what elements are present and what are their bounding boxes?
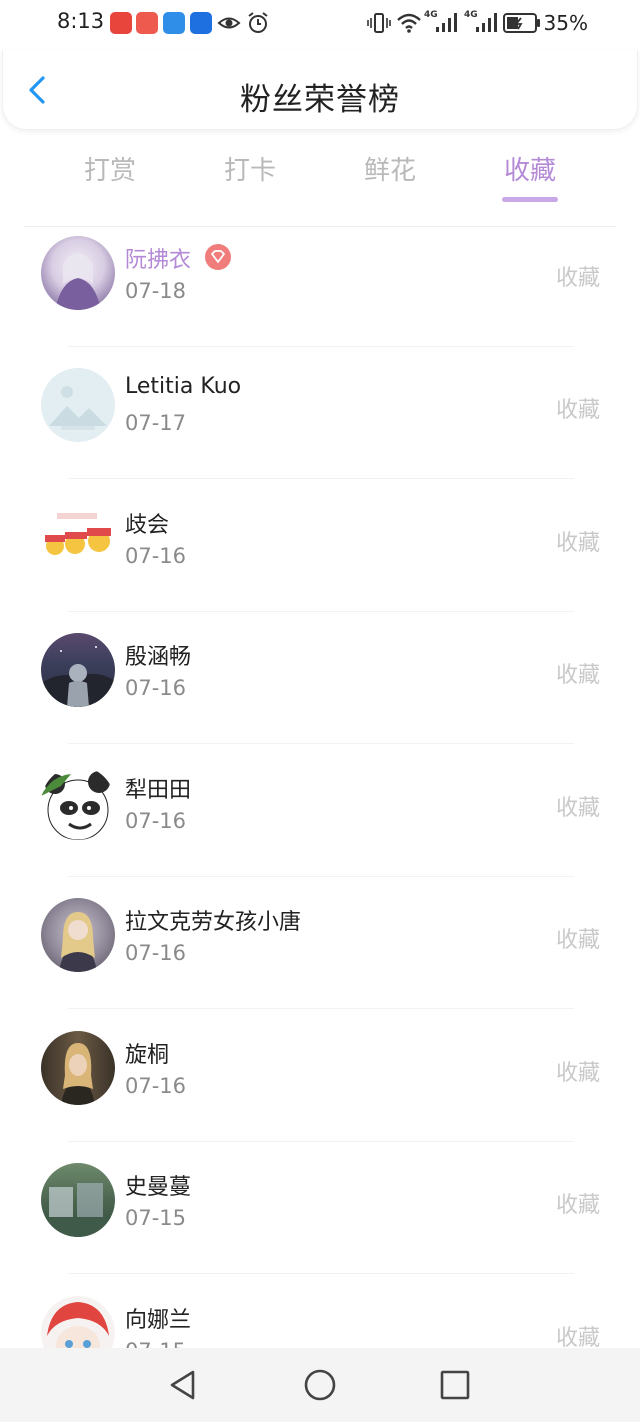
list-item[interactable]: 旋桐 07-16 收藏 — [0, 1027, 640, 1159]
system-nav-bar — [0, 1348, 640, 1422]
list-item[interactable]: 歧会 07-16 收藏 — [0, 497, 640, 629]
divider — [68, 1008, 574, 1009]
favorite-action[interactable]: 收藏 — [556, 1055, 600, 1087]
favorite-action[interactable]: 收藏 — [556, 790, 600, 822]
divider — [68, 478, 574, 479]
battery-percent: 35% — [543, 11, 588, 35]
fan-date: 07-16 — [125, 1074, 187, 1098]
circle-home-icon — [304, 1369, 336, 1401]
fan-date: 07-16 — [125, 676, 187, 700]
tab-flowers[interactable]: 鲜花 — [350, 150, 430, 187]
battery-icon — [503, 13, 540, 33]
avatar — [41, 633, 115, 707]
list-item[interactable]: 阮拂衣 07-18 收藏 — [0, 232, 640, 364]
avatar — [41, 1296, 115, 1348]
favorite-action[interactable]: 收藏 — [556, 392, 600, 424]
fan-date: 07-17 — [125, 411, 187, 435]
list-item[interactable]: 犁田田 07-16 收藏 — [0, 762, 640, 894]
fan-date: 07-18 — [125, 279, 187, 303]
triangle-back-icon — [170, 1370, 195, 1400]
app-red-icon — [110, 12, 132, 34]
nav-back-button[interactable] — [166, 1368, 200, 1402]
nav-recents-button[interactable] — [438, 1368, 472, 1402]
alarm-icon — [248, 12, 268, 33]
square-recents-icon — [440, 1370, 470, 1400]
divider — [68, 1141, 574, 1142]
divider — [68, 876, 574, 877]
favorite-action[interactable]: 收藏 — [556, 1187, 600, 1219]
signal-icon — [476, 13, 497, 32]
diamond-icon — [211, 250, 225, 263]
avatar — [41, 501, 115, 575]
fan-date: 07-15 — [125, 1339, 186, 1348]
tab-tipping[interactable]: 打赏 — [70, 150, 150, 187]
list-item[interactable]: 拉文克劳女孩小唐 07-16 收藏 — [0, 894, 640, 1026]
favorite-action[interactable]: 收藏 — [556, 260, 600, 292]
avatar — [41, 1163, 115, 1237]
page-title: 粉丝荣誉榜 — [240, 82, 400, 118]
avatar — [41, 898, 115, 972]
weather-icon — [163, 12, 185, 34]
list-item[interactable]: Letitia Kuo 07-17 收藏 — [0, 364, 640, 496]
bulb-icon — [190, 12, 212, 34]
divider — [68, 611, 574, 612]
status-time: 8:13 — [57, 9, 105, 33]
tab-checkin[interactable]: 打卡 — [210, 150, 290, 187]
fan-name: 犁田田 — [125, 778, 192, 803]
avatar — [41, 766, 115, 840]
divider — [24, 226, 616, 227]
fan-date: 07-16 — [125, 544, 187, 568]
app-red-icon — [136, 12, 158, 34]
nav-home-button[interactable] — [303, 1368, 337, 1402]
fan-name: 旋桐 — [125, 1043, 170, 1068]
vibrate-icon — [367, 13, 391, 33]
divider — [68, 743, 574, 744]
fan-name: 史曼蔓 — [125, 1175, 192, 1200]
status-bar: 8:13 4G 4G 35% — [0, 0, 640, 48]
wifi-icon — [397, 13, 421, 33]
favorite-action[interactable]: 收藏 — [556, 657, 600, 689]
fan-date: 07-16 — [125, 941, 187, 965]
avatar — [41, 1031, 115, 1105]
vip-badge — [205, 244, 231, 270]
signal-icon — [436, 13, 457, 32]
favorite-action[interactable]: 收藏 — [556, 922, 600, 954]
fan-name: 拉文克劳女孩小唐 — [125, 910, 302, 935]
tab-favorites[interactable]: 收藏 — [490, 150, 570, 187]
favorite-action[interactable]: 收藏 — [556, 525, 600, 557]
avatar — [41, 236, 115, 310]
header: 粉丝荣誉榜 — [2, 50, 638, 130]
list-item[interactable]: 史曼蔓 07-15 收藏 — [0, 1159, 640, 1291]
active-tab-indicator — [502, 197, 558, 202]
fan-name: Letitia Kuo — [125, 374, 242, 399]
fan-name: 阮拂衣 — [125, 248, 192, 273]
eye-icon — [217, 17, 241, 29]
fan-name: 殷涵畅 — [125, 645, 192, 670]
fan-list: 阮拂衣 07-18 收藏 Letitia Kuo 07-17 收藏 歧会 07-… — [0, 228, 640, 1348]
list-item[interactable]: 向娜兰 07-15 收藏 — [0, 1292, 640, 1348]
fan-date: 07-16 — [125, 809, 187, 833]
fan-name: 歧会 — [125, 513, 170, 538]
fan-name: 向娜兰 — [125, 1308, 192, 1333]
divider — [68, 1273, 574, 1274]
favorite-action[interactable]: 收藏 — [556, 1320, 600, 1348]
fan-date: 07-15 — [125, 1206, 187, 1230]
avatar — [41, 368, 115, 442]
divider — [68, 346, 574, 347]
list-item[interactable]: 殷涵畅 07-16 收藏 — [0, 629, 640, 761]
